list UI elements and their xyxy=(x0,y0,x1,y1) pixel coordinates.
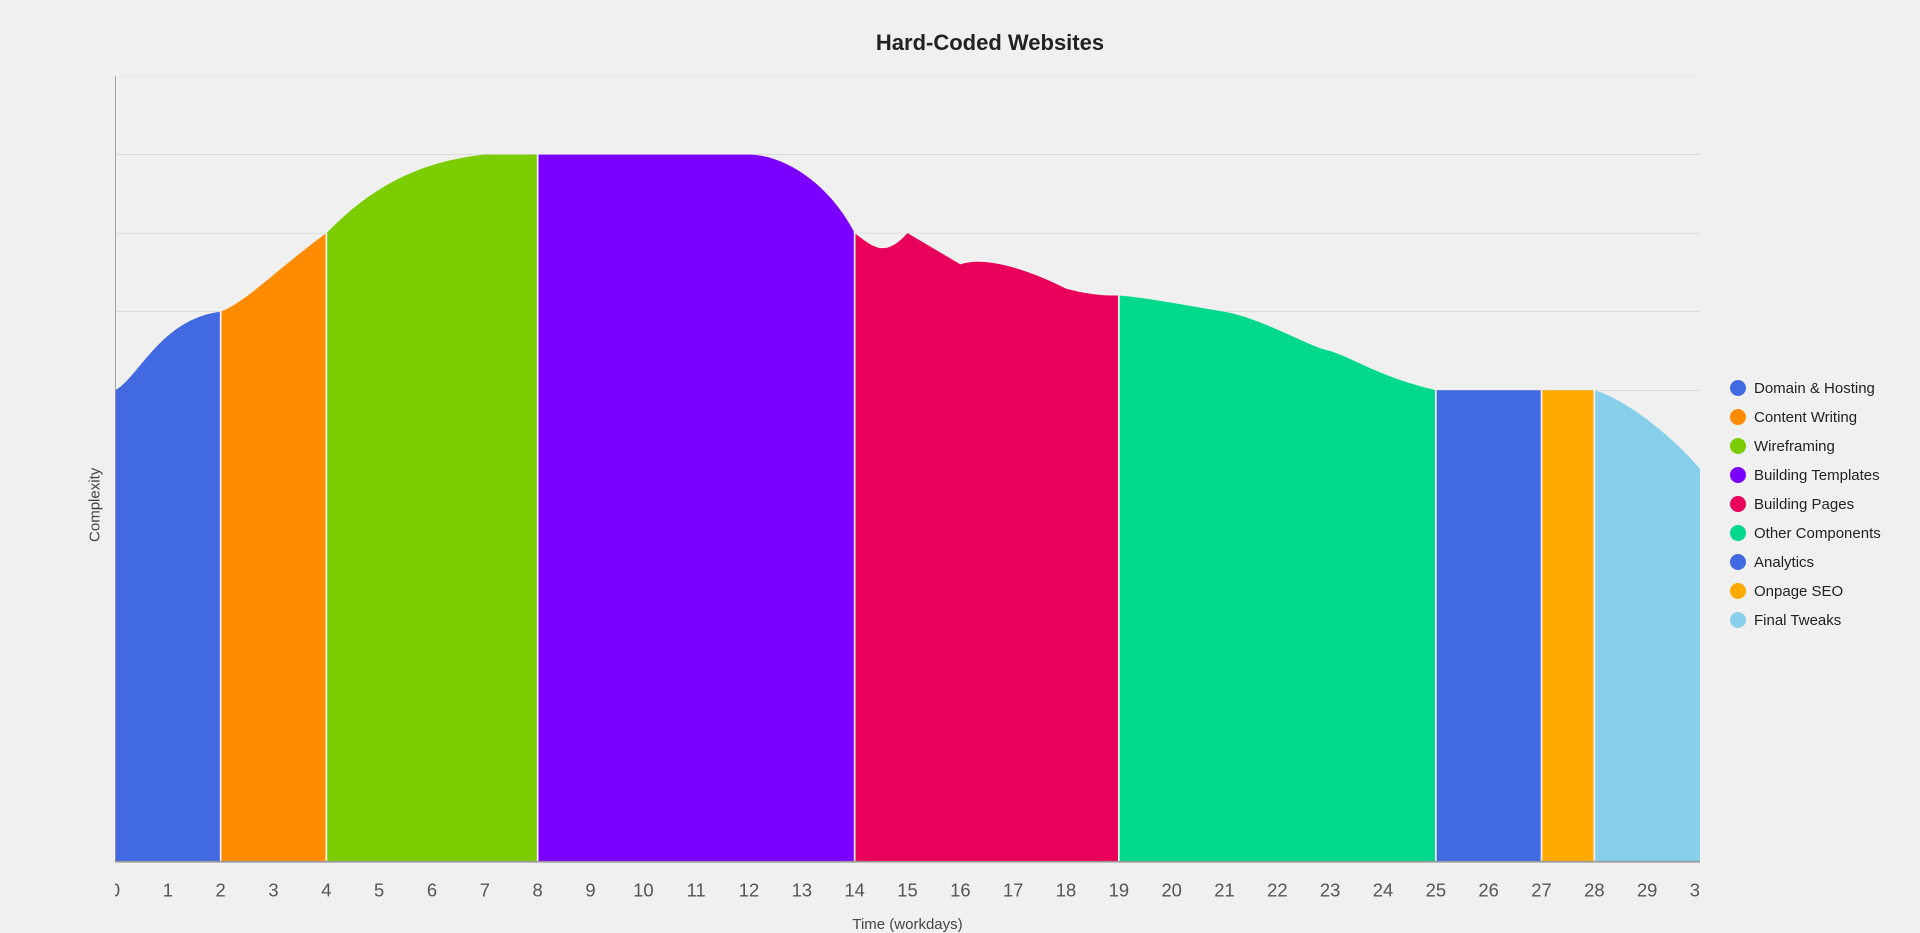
legend-item: Wireframing xyxy=(1730,438,1890,455)
svg-text:12: 12 xyxy=(739,879,759,900)
svg-text:3: 3 xyxy=(268,879,278,900)
legend-item: Onpage SEO xyxy=(1730,583,1890,600)
legend-item: Building Templates xyxy=(1730,467,1890,484)
legend-label: Building Pages xyxy=(1754,496,1854,513)
svg-text:0: 0 xyxy=(115,879,120,900)
svg-text:13: 13 xyxy=(792,879,812,900)
legend-label: Wireframing xyxy=(1754,438,1835,455)
legend-item: Final Tweaks xyxy=(1730,612,1890,629)
legend-label: Content Writing xyxy=(1754,409,1857,426)
svg-text:27: 27 xyxy=(1531,879,1551,900)
svg-text:21: 21 xyxy=(1214,879,1234,900)
main-chart-svg: 0 1 2 3 4 5 6 7 8 9 10 0 1 2 3 xyxy=(115,76,1700,908)
svg-text:29: 29 xyxy=(1637,879,1657,900)
y-axis-label: Complexity xyxy=(80,76,110,933)
chart-legend: Domain & Hosting Content Writing Wireframi… xyxy=(1700,76,1900,933)
svg-text:6: 6 xyxy=(427,879,437,900)
svg-text:22: 22 xyxy=(1267,879,1287,900)
svg-text:24: 24 xyxy=(1373,879,1393,900)
svg-text:28: 28 xyxy=(1584,879,1604,900)
svg-text:2: 2 xyxy=(216,879,226,900)
legend-label: Other Components xyxy=(1754,525,1881,542)
svg-text:25: 25 xyxy=(1426,879,1446,900)
legend-color-dot xyxy=(1730,467,1746,483)
legend-item: Building Pages xyxy=(1730,496,1890,513)
svg-text:26: 26 xyxy=(1478,879,1498,900)
svg-text:5: 5 xyxy=(374,879,384,900)
legend-color-dot xyxy=(1730,496,1746,512)
legend-label: Analytics xyxy=(1754,554,1814,571)
svg-text:17: 17 xyxy=(1003,879,1023,900)
svg-text:16: 16 xyxy=(950,879,970,900)
legend-color-dot xyxy=(1730,438,1746,454)
legend-label: Domain & Hosting xyxy=(1754,380,1875,397)
svg-text:18: 18 xyxy=(1056,879,1076,900)
chart-container: Hard-Coded Websites Complexity xyxy=(0,0,1920,908)
svg-text:19: 19 xyxy=(1109,879,1129,900)
x-axis-label: Time (workdays) xyxy=(115,916,1700,933)
svg-text:30: 30 xyxy=(1690,879,1700,900)
svg-text:10: 10 xyxy=(633,879,653,900)
legend-label: Building Templates xyxy=(1754,467,1880,484)
svg-text:4: 4 xyxy=(321,879,331,900)
legend-item: Content Writing xyxy=(1730,409,1890,426)
legend-item: Domain & Hosting xyxy=(1730,380,1890,397)
svg-text:7: 7 xyxy=(480,879,490,900)
svg-text:11: 11 xyxy=(687,879,706,900)
legend-color-dot xyxy=(1730,554,1746,570)
chart-title: Hard-Coded Websites xyxy=(876,30,1104,56)
legend-label: Final Tweaks xyxy=(1754,612,1841,629)
svg-text:9: 9 xyxy=(585,879,595,900)
svg-text:8: 8 xyxy=(533,879,543,900)
plot-area: 0 1 2 3 4 5 6 7 8 9 10 0 1 2 3 xyxy=(115,76,1700,908)
legend-item: Other Components xyxy=(1730,525,1890,542)
svg-text:14: 14 xyxy=(844,879,864,900)
svg-text:1: 1 xyxy=(163,879,173,900)
legend-label: Onpage SEO xyxy=(1754,583,1843,600)
legend-color-dot xyxy=(1730,525,1746,541)
svg-text:20: 20 xyxy=(1161,879,1181,900)
svg-text:15: 15 xyxy=(897,879,917,900)
legend-color-dot xyxy=(1730,409,1746,425)
legend-color-dot xyxy=(1730,583,1746,599)
legend-color-dot xyxy=(1730,612,1746,628)
legend-item: Analytics xyxy=(1730,554,1890,571)
svg-text:23: 23 xyxy=(1320,879,1340,900)
legend-color-dot xyxy=(1730,380,1746,396)
